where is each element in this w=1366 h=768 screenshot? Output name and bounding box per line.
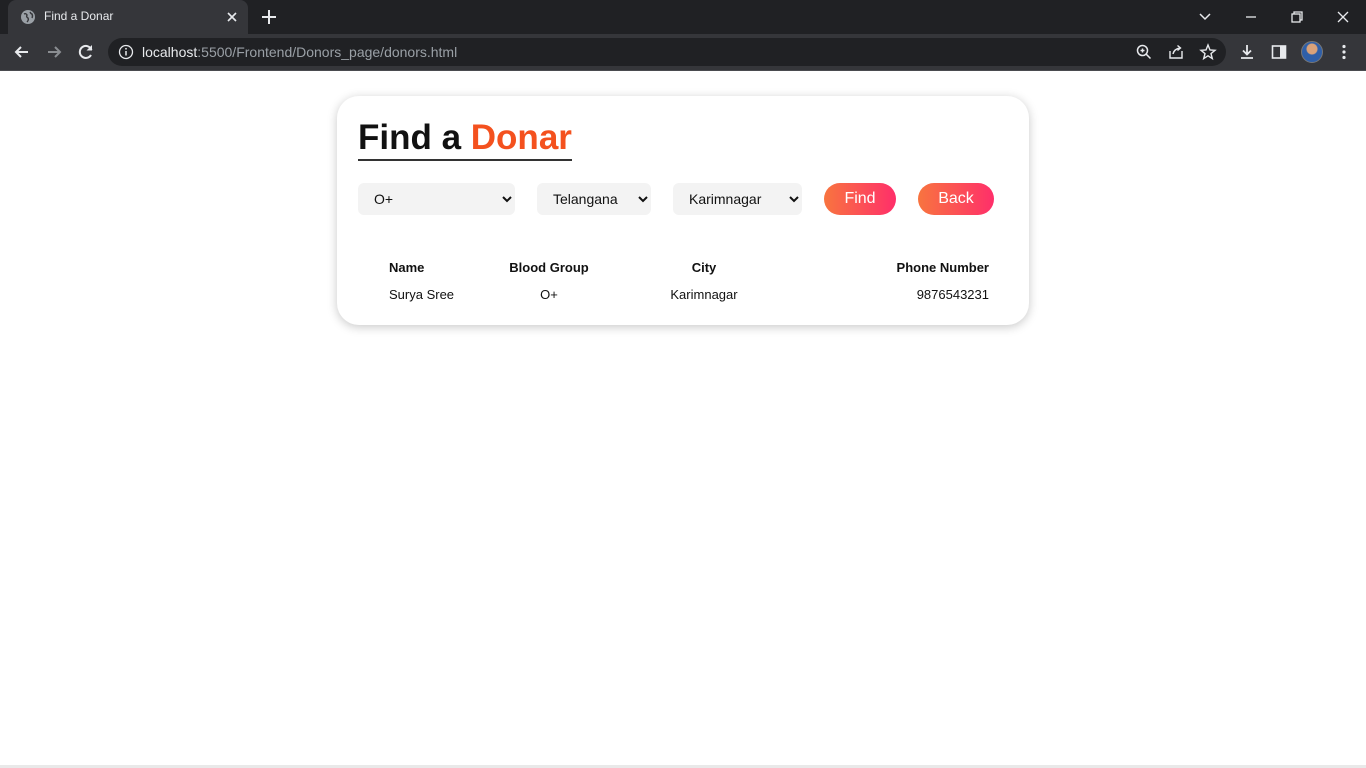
cell-blood-group: O+ [540, 286, 558, 302]
find-button[interactable]: Find [824, 183, 896, 215]
share-icon[interactable] [1167, 43, 1185, 61]
donor-results-table: Name Blood Group City Phone Number Surya… [389, 256, 989, 310]
forward-arrow-icon[interactable] [44, 42, 64, 62]
column-header-name: Name [389, 259, 425, 275]
tab-title: Find a Donar [44, 9, 114, 23]
browser-toolbar: localhost:5500/Frontend/Donors_page/dono… [0, 34, 1366, 71]
close-tab-icon[interactable] [224, 9, 240, 25]
restore-icon[interactable] [1288, 8, 1306, 26]
cell-phone: 9876543231 [916, 286, 989, 302]
find-donor-card: Find a Donar O+ Telangana Karimnagar Fin… [337, 96, 1029, 325]
chevron-down-icon[interactable] [1196, 7, 1214, 25]
minimize-icon[interactable] [1242, 8, 1260, 26]
blood-group-select[interactable]: O+ [358, 183, 515, 215]
column-header-blood-group: Blood Group [509, 259, 589, 275]
back-button[interactable]: Back [918, 183, 994, 215]
star-icon[interactable] [1199, 43, 1217, 61]
browser-tab[interactable]: Find a Donar [8, 0, 248, 34]
table-header-row: Name Blood Group City Phone Number [389, 256, 989, 278]
profile-avatar[interactable] [1301, 41, 1323, 63]
address-bar[interactable]: localhost:5500/Frontend/Donors_page/dono… [108, 38, 1226, 66]
url-path: :5500/Frontend/Donors_page/donors.html [197, 44, 458, 60]
new-tab-icon[interactable] [260, 8, 278, 26]
download-icon[interactable] [1238, 43, 1256, 61]
state-select[interactable]: Telangana [537, 183, 651, 215]
city-select[interactable]: Karimnagar [673, 183, 802, 215]
globe-icon [21, 10, 35, 24]
more-menu-icon[interactable] [1335, 43, 1353, 61]
cell-city: Karimnagar [670, 286, 738, 302]
url-host: localhost [142, 44, 198, 60]
cell-name: Surya Sree [389, 286, 455, 302]
column-header-city: City [691, 259, 717, 275]
side-panel-icon[interactable] [1270, 43, 1288, 61]
page-title: Find a Donar [358, 118, 572, 161]
back-arrow-icon[interactable] [12, 42, 32, 62]
reload-icon[interactable] [76, 42, 96, 62]
info-icon[interactable] [118, 44, 134, 60]
zoom-icon[interactable] [1135, 43, 1153, 61]
column-header-phone: Phone Number [896, 259, 989, 275]
url-text[interactable]: localhost:5500/Frontend/Donors_page/dono… [142, 44, 457, 60]
close-window-icon[interactable] [1334, 8, 1352, 26]
browser-tabstrip: Find a Donar [0, 0, 1366, 34]
title-plain: Find a [358, 118, 471, 157]
table-row: Surya Sree O+ Karimnagar 9876543231 [389, 278, 989, 310]
title-accent: Donar [470, 118, 572, 157]
